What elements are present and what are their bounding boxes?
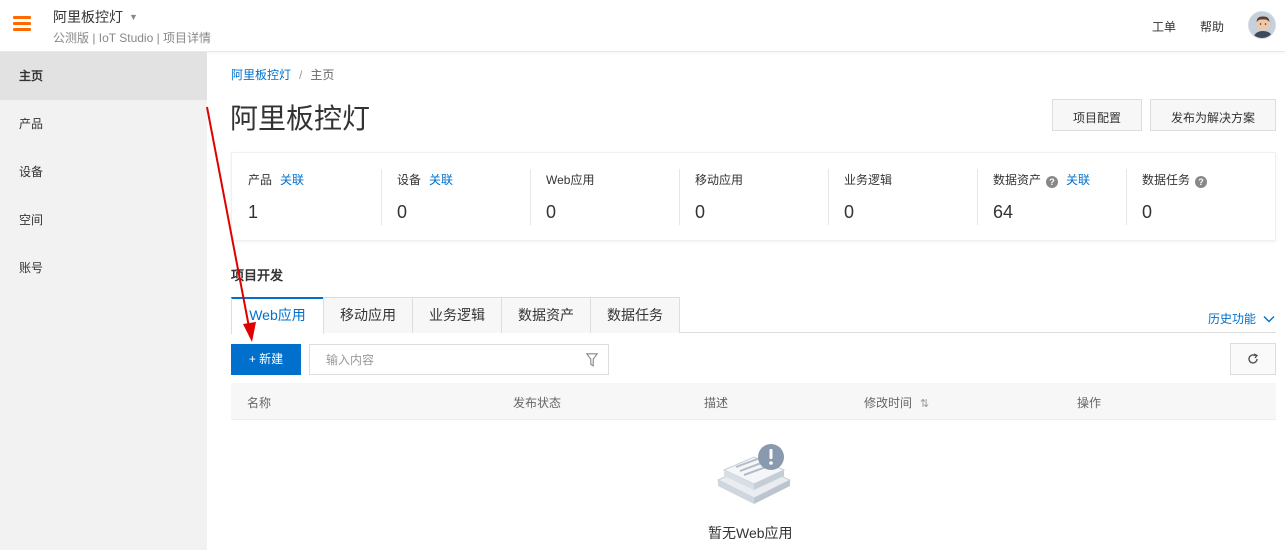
section-title: 项目开发	[231, 268, 284, 283]
column-actions: 操作	[1077, 396, 1102, 410]
caret-down-icon: ▼	[129, 12, 138, 22]
stat-data-assets: 数据资产? 关联 64	[977, 153, 1126, 240]
avatar[interactable]	[1248, 11, 1276, 39]
stat-label: 设备	[397, 173, 422, 187]
stat-value: 0	[546, 202, 557, 222]
breadcrumb-project-link[interactable]: 阿里板控灯	[231, 68, 291, 82]
stat-label: 数据资产	[993, 173, 1042, 187]
breadcrumb-current: 主页	[310, 68, 335, 82]
tab-data-tasks[interactable]: 数据任务	[590, 297, 680, 333]
stat-value: 0	[844, 202, 855, 222]
sidebar-item-home[interactable]: 主页	[0, 52, 207, 100]
stats-panel: 产品 关联 1 设备 关联 0 Web应用 0 移动应用 0 业务逻辑 0 数据资产…	[231, 152, 1276, 241]
search-box	[309, 344, 609, 375]
sort-icon[interactable]: ⇅	[920, 398, 929, 410]
column-publish-status: 发布状态	[513, 396, 562, 410]
stat-value: 64	[993, 202, 1014, 222]
empty-state-icon	[716, 444, 792, 504]
associate-link[interactable]: 关联	[280, 173, 304, 187]
empty-state-text: 暂无Web应用	[708, 525, 793, 541]
column-description: 描述	[704, 396, 729, 410]
table-header: 名称 发布状态 描述 修改时间 ⇅ 操作	[231, 383, 1276, 420]
help-icon[interactable]: ?	[1046, 176, 1059, 188]
column-name: 名称	[247, 396, 272, 410]
associate-link[interactable]: 关联	[1066, 173, 1090, 187]
stat-products: 产品 关联 1	[232, 153, 381, 240]
new-button[interactable]: + 新建	[231, 344, 301, 375]
sidebar: 主页 产品 设备 空间 账号	[0, 52, 207, 550]
sidebar-item-devices[interactable]: 设备	[0, 148, 207, 196]
publish-solution-button[interactable]: 发布为解决方案	[1150, 99, 1276, 131]
app-title: 阿里板控灯	[53, 9, 123, 25]
breadcrumb: 阿里板控灯 / 主页	[231, 66, 334, 83]
stat-value: 0	[397, 202, 408, 222]
column-modified-time[interactable]: 修改时间 ⇅	[864, 394, 929, 411]
stat-web-apps: Web应用 0	[530, 153, 679, 240]
stat-value: 0	[1142, 202, 1153, 222]
tab-business-logic[interactable]: 业务逻辑	[412, 297, 502, 333]
stat-data-tasks: 数据任务? 0	[1126, 153, 1275, 240]
page-title: 阿里板控灯	[230, 103, 371, 134]
top-bar: 阿里板控灯 ▼ 公测版 | IoT Studio | 项目详情 工单 帮助	[0, 0, 1285, 52]
history-label: 历史功能	[1208, 312, 1257, 326]
column-modified-time-label: 修改时间	[864, 396, 913, 410]
project-config-button[interactable]: 项目配置	[1052, 99, 1142, 131]
stat-devices: 设备 关联 0	[381, 153, 530, 240]
stat-value: 0	[695, 202, 706, 222]
stat-label: Web应用	[546, 173, 595, 187]
stat-business-logic: 业务逻辑 0	[828, 153, 977, 240]
app-switcher[interactable]: 阿里板控灯 ▼	[53, 7, 138, 27]
refresh-button[interactable]	[1230, 343, 1276, 375]
stat-label: 数据任务	[1142, 173, 1191, 187]
sidebar-item-spaces[interactable]: 空间	[0, 196, 207, 244]
stat-label: 产品	[248, 173, 273, 187]
help-icon[interactable]: ?	[1195, 176, 1208, 188]
help-link[interactable]: 帮助	[1200, 18, 1224, 35]
ticket-link[interactable]: 工单	[1152, 18, 1176, 35]
search-input[interactable]	[310, 345, 570, 374]
tab-data-assets[interactable]: 数据资产	[501, 297, 591, 333]
menu-icon[interactable]	[13, 16, 31, 32]
refresh-icon	[1248, 353, 1259, 364]
app-subtitle: 公测版 | IoT Studio | 项目详情	[53, 31, 212, 45]
stat-label: 移动应用	[695, 173, 744, 187]
sidebar-item-accounts[interactable]: 账号	[0, 244, 207, 292]
chevron-down-icon	[1263, 316, 1275, 323]
dev-tabs: Web应用 移动应用 业务逻辑 数据资产 数据任务	[231, 297, 1276, 334]
filter-icon[interactable]	[586, 353, 598, 367]
stat-value: 1	[248, 202, 259, 222]
breadcrumb-separator: /	[299, 68, 303, 82]
associate-link[interactable]: 关联	[429, 173, 453, 187]
tab-mobile-app[interactable]: 移动应用	[323, 297, 413, 333]
sidebar-item-products[interactable]: 产品	[0, 100, 207, 148]
user-avatar-icon	[1249, 12, 1275, 38]
stat-label: 业务逻辑	[844, 173, 893, 187]
tab-web-app[interactable]: Web应用	[231, 297, 324, 334]
history-features-toggle[interactable]: 历史功能	[1208, 310, 1275, 327]
stat-mobile-apps: 移动应用 0	[679, 153, 828, 240]
